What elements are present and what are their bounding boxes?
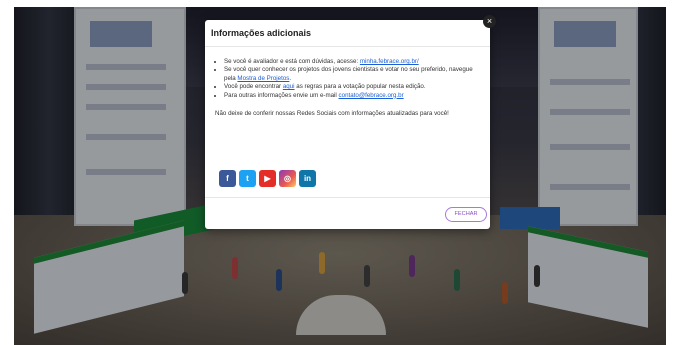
- info-list: Se você é avaliador e está com dúvidas, …: [215, 58, 480, 100]
- social-notice: Não deixe de conferir nossas Redes Socia…: [215, 110, 449, 118]
- modal-header: Informações adicionais: [205, 20, 490, 47]
- voting-rules-link[interactable]: aqui: [283, 83, 295, 90]
- youtube-icon[interactable]: ▶: [259, 170, 276, 187]
- modal-footer-divider: [205, 197, 490, 198]
- list-item-text: Se você é avaliador e está com dúvidas, …: [224, 58, 360, 65]
- list-item-text: .: [289, 74, 292, 82]
- linkedin-icon[interactable]: in: [299, 170, 316, 187]
- facebook-icon[interactable]: f: [219, 170, 236, 187]
- contact-email-link[interactable]: contato@febrace.org.br: [339, 92, 404, 99]
- instagram-icon[interactable]: ◎: [279, 170, 296, 187]
- list-item-text: Para outras informações envie um e-mail: [224, 91, 339, 99]
- modal-body: Se você é avaliador e está com dúvidas, …: [215, 58, 480, 118]
- list-item: Se você quer conhecer os projetos dos jo…: [224, 66, 480, 83]
- social-links: f t ▶ ◎ in: [219, 170, 319, 187]
- list-item-text: as regras para a votação popular nesta e…: [294, 83, 426, 91]
- close-button[interactable]: FECHAR: [445, 207, 487, 222]
- list-item: Se você é avaliador e está com dúvidas, …: [224, 58, 480, 66]
- list-item: Você pode encontrar aqui as regras para …: [224, 83, 480, 91]
- list-item-text: Você pode encontrar: [224, 83, 283, 91]
- evaluator-link[interactable]: minha.febrace.org.br/: [360, 58, 419, 65]
- projects-showcase-link[interactable]: Mostra de Projetos: [237, 75, 289, 82]
- additional-info-modal: Informações adicionais × Se você é avali…: [205, 15, 496, 229]
- twitter-icon[interactable]: t: [239, 170, 256, 187]
- modal-title: Informações adicionais: [211, 28, 312, 38]
- close-icon[interactable]: ×: [483, 15, 496, 28]
- list-item: Para outras informações envie um e-mail …: [224, 92, 480, 100]
